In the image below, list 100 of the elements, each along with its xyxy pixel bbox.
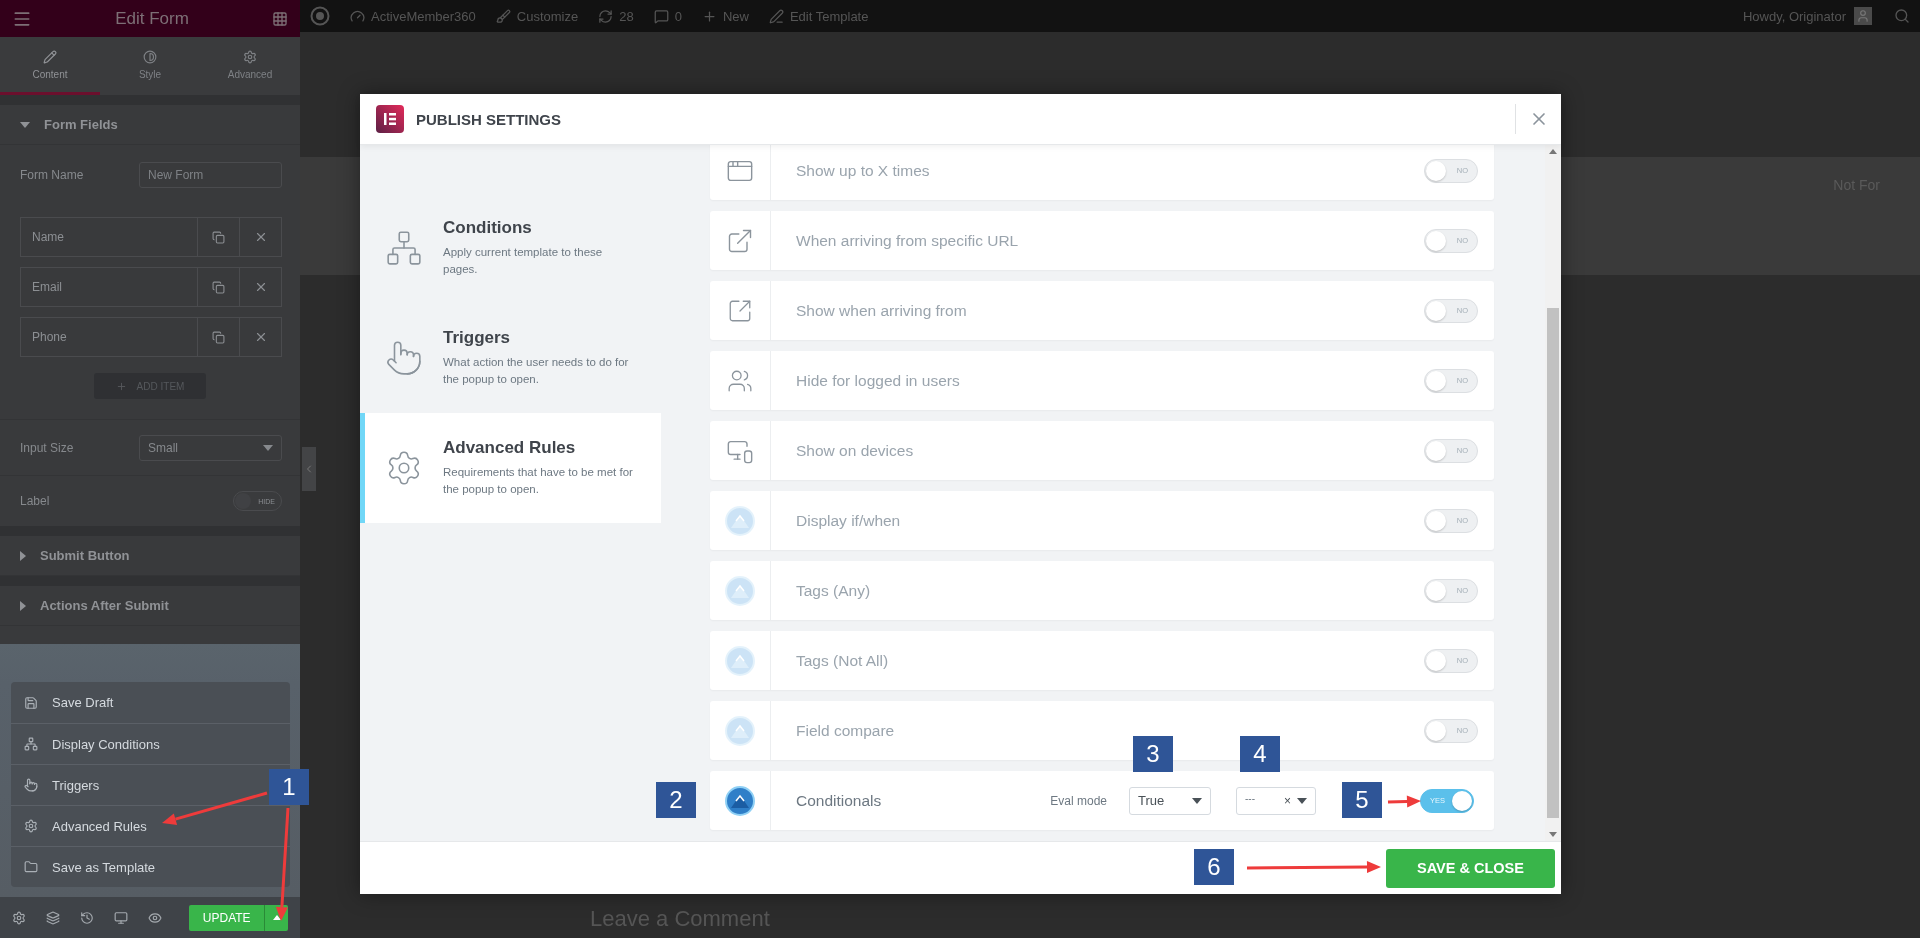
admin-bar-item[interactable]: 0 xyxy=(653,8,682,24)
plus-icon xyxy=(701,8,717,24)
layers-icon[interactable] xyxy=(46,910,61,925)
tab-description: What action the user needs to do for the popup to open. xyxy=(443,355,630,387)
eval-mode-select[interactable]: True xyxy=(1129,786,1211,815)
refresh-icon xyxy=(598,8,614,24)
panel-tab[interactable]: Style xyxy=(100,37,200,95)
settings-icon[interactable] xyxy=(12,910,26,925)
tab-description: Apply current template to these pages. xyxy=(443,245,604,277)
greeting-text[interactable]: Howdy, Originator xyxy=(1742,8,1846,24)
update-button[interactable]: UPDATE xyxy=(189,904,264,931)
admin-bar-item[interactable]: Edit Template xyxy=(768,8,869,24)
tab-description: Requirements that have to be met for the popup to open. xyxy=(443,465,633,497)
field-label: Label xyxy=(20,494,50,508)
gear-icon xyxy=(24,819,38,833)
monitor-icon[interactable] xyxy=(114,910,129,925)
hand-pointer-icon xyxy=(24,778,38,792)
copy-icon[interactable] xyxy=(212,330,225,344)
rule-label: Tags (Any) xyxy=(795,581,872,600)
rule-label: Tags (Not All) xyxy=(795,651,890,670)
apps-grid-icon[interactable] xyxy=(272,10,288,27)
contrast-icon xyxy=(143,49,157,64)
rule-label: Hide for logged in users xyxy=(795,371,961,390)
menu-item[interactable]: Display Conditions xyxy=(11,723,290,764)
save-close-button[interactable]: SAVE & CLOSE xyxy=(1386,848,1555,888)
multi-select[interactable]: --- × xyxy=(1236,786,1316,815)
scroll-up-icon[interactable] xyxy=(1549,149,1557,154)
admin-bar-item[interactable]: New xyxy=(701,8,749,24)
copy-icon[interactable] xyxy=(212,230,225,244)
repeater-item[interactable]: Email xyxy=(20,267,282,307)
search-icon[interactable] xyxy=(1894,8,1910,24)
caret-icon xyxy=(20,550,26,561)
save-icon xyxy=(24,695,38,710)
comment-icon xyxy=(653,8,669,24)
form-name-input[interactable]: New Form xyxy=(139,162,282,188)
admin-bar-item[interactable]: 28 xyxy=(598,8,634,24)
settings-icon xyxy=(243,49,257,64)
tab-title: Triggers xyxy=(443,328,512,348)
caret-icon xyxy=(20,121,30,128)
section-header[interactable]: Form Fields xyxy=(0,105,300,145)
rule-label: When arriving from specific URL xyxy=(795,231,1020,250)
brush-icon xyxy=(495,8,511,24)
avatar-icon xyxy=(1854,7,1872,25)
step-number: 6 xyxy=(1194,849,1234,885)
step-number: 2 xyxy=(656,782,696,818)
logo-icon[interactable] xyxy=(310,6,330,26)
rule-label: Display if/when xyxy=(795,511,902,530)
step-number: 1 xyxy=(269,769,309,805)
hand-pointer-icon xyxy=(385,339,423,377)
menu-item[interactable]: Save as Template xyxy=(11,846,290,887)
field-label: Input Size xyxy=(20,440,74,455)
repeater-item[interactable]: Phone xyxy=(20,317,282,357)
copy-icon[interactable] xyxy=(212,280,225,294)
repeater-item[interactable]: Name xyxy=(20,217,282,257)
field-label: Form Name xyxy=(20,168,84,182)
admin-bar-item[interactable]: Customize xyxy=(495,8,579,24)
collapse-handle[interactable] xyxy=(302,447,316,491)
input-size-select[interactable]: Small xyxy=(139,434,282,461)
caret-icon xyxy=(1297,797,1307,804)
eval-mode-label: Eval mode xyxy=(1050,793,1107,808)
sitemap-icon xyxy=(24,737,38,751)
rule-label: Conditionals xyxy=(795,791,883,810)
folder-icon xyxy=(24,860,38,874)
step-number: 5 xyxy=(1342,782,1382,818)
arrow xyxy=(1387,795,1421,808)
plus-icon xyxy=(115,380,127,392)
dashboard-icon xyxy=(350,8,365,24)
caret-icon xyxy=(263,444,273,451)
step-number: 3 xyxy=(1133,736,1173,772)
pencil-icon xyxy=(768,8,784,24)
rule-label: Show up to X times xyxy=(795,161,931,180)
dialog-title: PUBLISH SETTINGS xyxy=(416,110,562,128)
history-icon[interactable] xyxy=(80,910,95,925)
settings-tab[interactable]: Conditions Apply current template to these pages. xyxy=(360,193,661,303)
sitemap-icon xyxy=(385,229,423,267)
panel-tab[interactable]: Advanced xyxy=(200,37,300,95)
menu-item[interactable]: Save Draft xyxy=(11,682,290,723)
scroll-down-icon[interactable] xyxy=(1549,832,1557,837)
rule-label: Show on devices xyxy=(795,441,915,460)
tab-title: Conditions xyxy=(443,218,533,238)
rule-label: Field compare xyxy=(795,721,896,740)
panel-title: Edit Form xyxy=(115,8,189,29)
step-number: 4 xyxy=(1240,736,1280,772)
rule-label: Show when arriving from xyxy=(795,301,968,320)
mountain-logo-icon xyxy=(725,785,755,816)
pencil-icon xyxy=(43,49,57,64)
admin-bar-item[interactable]: ActiveMember360 xyxy=(350,8,476,24)
tab-title: Advanced Rules xyxy=(443,438,577,458)
settings-tab[interactable]: Advanced Rules Requirements that have to be met for the popup to open. xyxy=(360,413,661,523)
eye-icon[interactable] xyxy=(148,910,163,925)
caret-icon xyxy=(1192,797,1202,804)
mountain-logo-icon xyxy=(725,575,755,606)
caret-up-icon xyxy=(272,915,281,920)
mountain-logo-icon xyxy=(725,645,755,676)
settings-tab[interactable]: Triggers What action the user needs to do for the popup to open. xyxy=(360,303,661,413)
caret-icon xyxy=(20,600,26,611)
mountain-logo-icon xyxy=(725,715,755,746)
mountain-logo-icon xyxy=(725,505,755,536)
elementor-logo-icon xyxy=(376,105,404,133)
scrollbar[interactable] xyxy=(1545,145,1561,841)
